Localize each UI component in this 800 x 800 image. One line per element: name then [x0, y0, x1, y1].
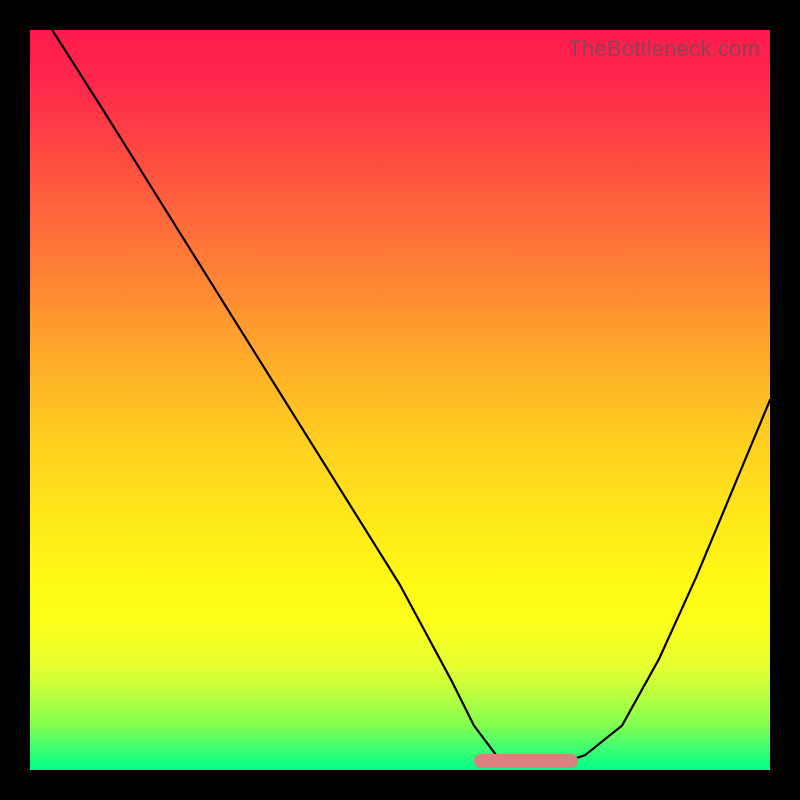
plot-area: TheBottleneck.com [30, 30, 770, 770]
flat-region-marker [474, 754, 578, 768]
bottleneck-curve [30, 30, 770, 770]
curve-path [52, 30, 770, 763]
chart-frame: TheBottleneck.com [0, 0, 800, 800]
